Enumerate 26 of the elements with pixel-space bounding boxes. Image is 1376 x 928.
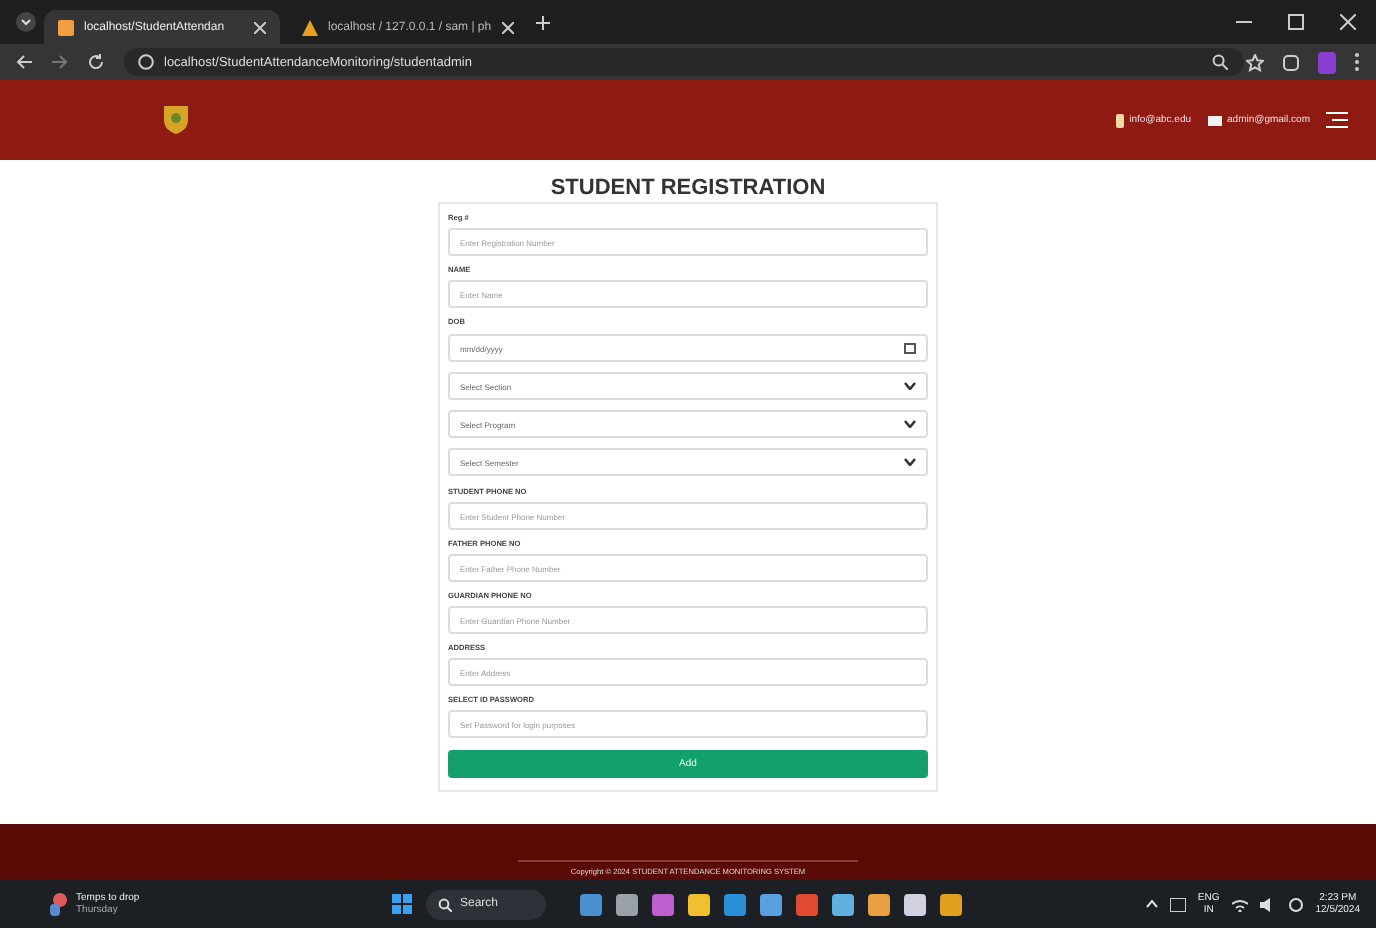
close-icon[interactable]	[254, 21, 266, 33]
mail-icon	[1207, 115, 1222, 125]
crest-icon	[164, 106, 188, 134]
chevron-icon	[904, 382, 916, 390]
new-tab-icon[interactable]	[535, 15, 550, 29]
tab-list-icon[interactable]	[16, 12, 36, 32]
menu-icon[interactable]	[1326, 112, 1348, 128]
search-icon	[438, 897, 452, 911]
windows-icon[interactable]	[392, 894, 412, 914]
wifi-icon[interactable]	[1231, 897, 1248, 911]
chevron-icon	[904, 420, 916, 428]
back-icon[interactable]	[16, 54, 32, 70]
form-title: STUDENT REGISTRATION	[550, 176, 826, 200]
more-icon[interactable]	[1354, 52, 1360, 72]
speaker-icon[interactable]	[1259, 897, 1276, 911]
close-icon[interactable]	[1340, 14, 1356, 30]
close-icon[interactable]	[501, 21, 514, 33]
maximize-icon[interactable]	[1288, 14, 1304, 30]
weather-icon[interactable]	[48, 892, 68, 916]
reload-icon[interactable]	[88, 54, 104, 70]
chevron-up-icon[interactable]	[1145, 900, 1158, 908]
star-icon[interactable]	[1246, 53, 1264, 71]
phone-icon	[1115, 113, 1124, 127]
search-icon[interactable]	[1212, 54, 1228, 70]
forward-icon	[52, 54, 68, 70]
chevron-icon	[904, 458, 916, 466]
